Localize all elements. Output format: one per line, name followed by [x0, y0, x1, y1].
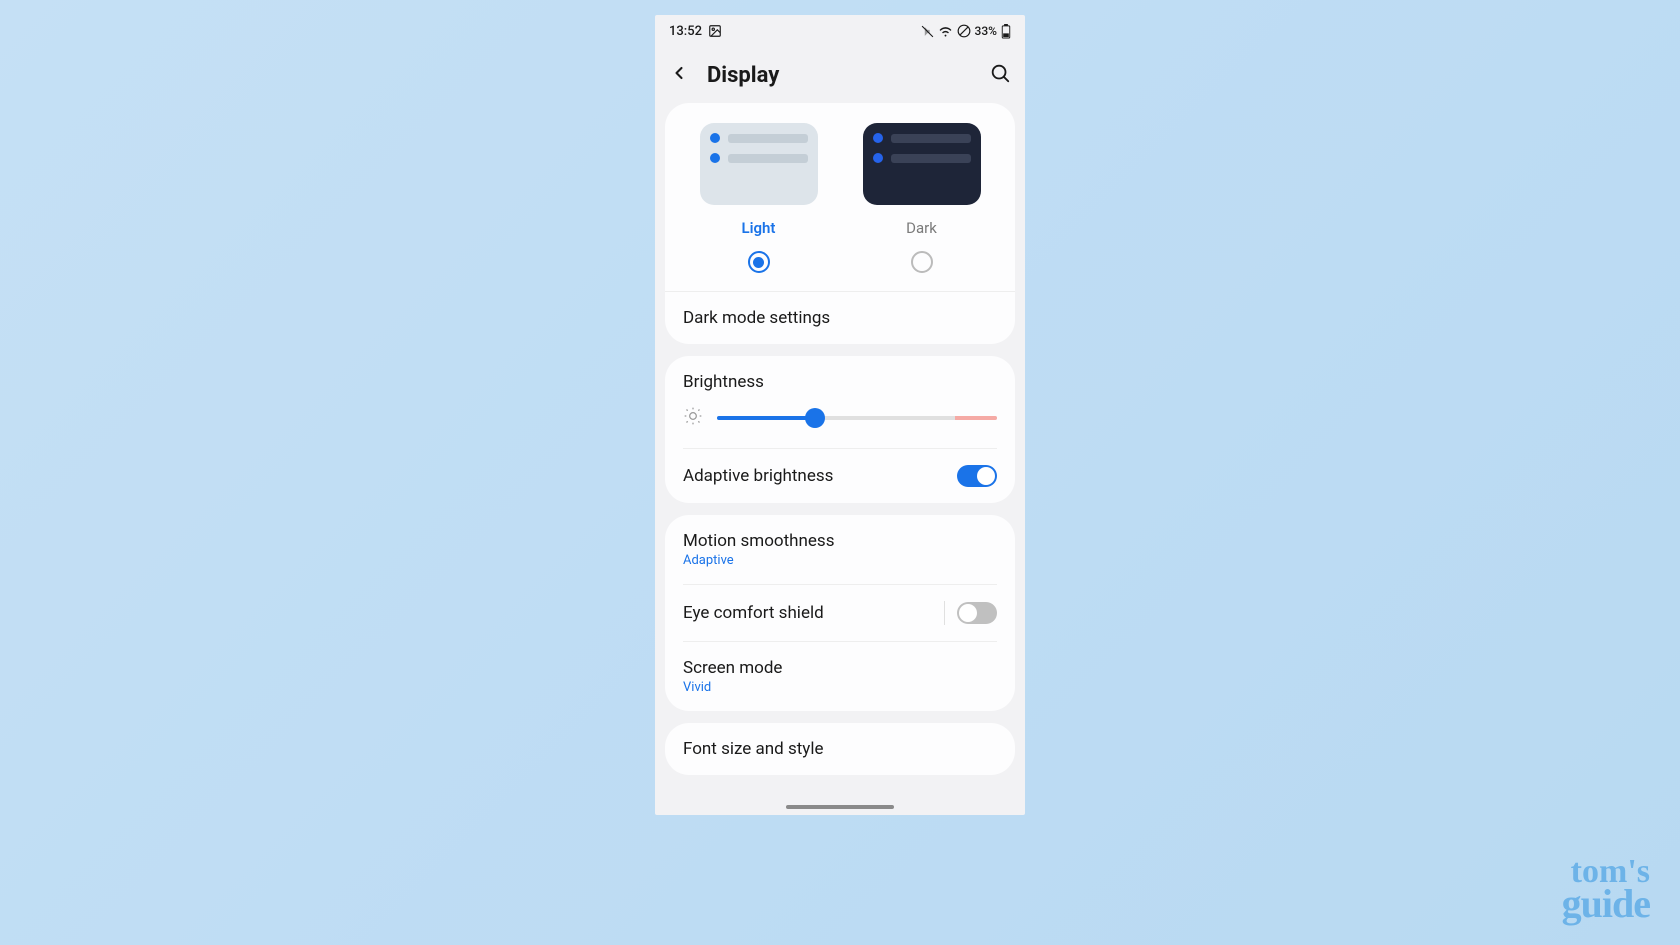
theme-option-light[interactable]: Light [689, 123, 829, 273]
battery-percent: 33% [975, 24, 997, 38]
header: Display [655, 47, 1025, 103]
dark-preview-icon [863, 123, 981, 205]
light-label: Light [742, 219, 776, 237]
back-button[interactable] [669, 63, 689, 87]
light-radio[interactable] [748, 251, 770, 273]
motion-smoothness-row[interactable]: Motion smoothness Adaptive [665, 515, 1015, 584]
screenshot-icon [708, 24, 722, 39]
screen-mode-value: Vivid [683, 680, 782, 695]
brightness-icon [683, 406, 703, 430]
page-title: Display [707, 63, 779, 88]
no-data-icon [957, 24, 971, 39]
eye-comfort-label: Eye comfort shield [683, 603, 824, 623]
screen-mode-label: Screen mode [683, 658, 782, 678]
watermark-line2: guide [1562, 887, 1650, 921]
dark-mode-settings-label: Dark mode settings [683, 308, 830, 328]
font-size-label: Font size and style [683, 739, 824, 759]
brightness-slider[interactable] [717, 416, 997, 420]
dark-radio[interactable] [911, 251, 933, 273]
navigation-handle[interactable] [786, 805, 894, 809]
theme-option-dark[interactable]: Dark [852, 123, 992, 273]
display-options-card: Motion smoothness Adaptive Eye comfort s… [665, 515, 1015, 711]
brightness-card: Brightness Adaptive brightness [665, 356, 1015, 503]
adaptive-brightness-row[interactable]: Adaptive brightness [665, 449, 1015, 503]
dark-mode-settings-row[interactable]: Dark mode settings [665, 292, 1015, 344]
motion-smoothness-label: Motion smoothness [683, 531, 834, 551]
dark-label: Dark [906, 219, 937, 237]
status-time: 13:52 [669, 24, 702, 39]
wifi-icon [938, 24, 953, 38]
eye-comfort-toggle[interactable] [957, 602, 997, 624]
light-preview-icon [700, 123, 818, 205]
watermark: tom's guide [1562, 858, 1650, 921]
screen-mode-row[interactable]: Screen mode Vivid [665, 642, 1015, 711]
theme-card: Light Dark Dark mode settings [665, 103, 1015, 344]
brightness-label: Brightness [683, 372, 997, 392]
adaptive-brightness-toggle[interactable] [957, 465, 997, 487]
battery-icon [1001, 23, 1011, 38]
font-size-row[interactable]: Font size and style [665, 723, 1015, 775]
adaptive-brightness-label: Adaptive brightness [683, 466, 833, 486]
mute-icon [921, 24, 934, 38]
motion-smoothness-value: Adaptive [683, 553, 834, 568]
phone-frame: 13:52 33% Display [655, 15, 1025, 815]
eye-comfort-row[interactable]: Eye comfort shield [665, 585, 1015, 641]
status-bar: 13:52 33% [655, 15, 1025, 47]
search-button[interactable] [989, 62, 1011, 88]
font-card: Font size and style [665, 723, 1015, 775]
